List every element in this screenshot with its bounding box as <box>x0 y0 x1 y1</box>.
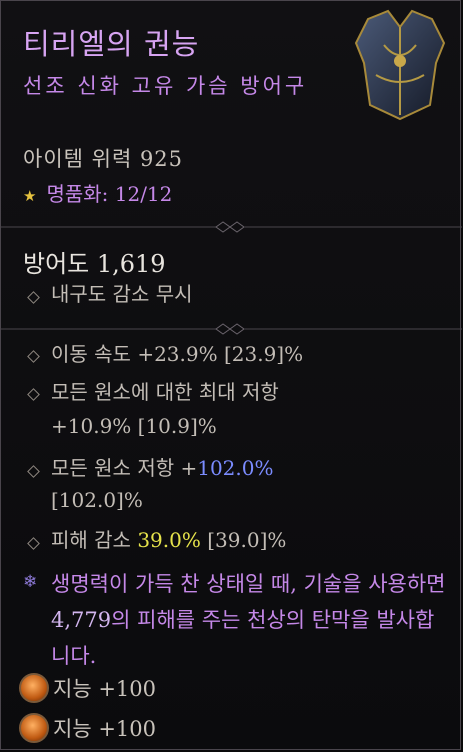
affix-line: 모든 원소에 대한 최대 저항 <box>51 380 279 404</box>
socket-gem-icon <box>19 673 49 703</box>
affix-line: 피해 감소 39.0% [39.0]% <box>51 525 286 556</box>
affix-value: 39.0% <box>137 528 201 552</box>
affix-text: [39.0]% <box>200 528 287 552</box>
socket-label: 지능 +100 <box>53 677 156 701</box>
section-divider <box>1 221 462 233</box>
unique-text: 생명력이 가득 찬 상태일 때, 기술을 사용하면 <box>51 572 446 596</box>
unique-value: 4,779 <box>51 608 112 632</box>
item-tooltip: 티리엘의 권능 선조 신화 고유 가슴 방어구 아이템 위력 925 ★ 명품화:… <box>0 0 462 750</box>
unique-effect-text: 생명력이 가득 찬 상태일 때, 기술을 사용하면 4,779의 피해를 주는 … <box>51 566 451 674</box>
masterwork-line: ★ 명품화: 12/12 <box>23 178 172 207</box>
affix-line: +10.9% [10.9]% <box>51 414 217 438</box>
bullet-icon <box>27 465 40 478</box>
affix-line: 모든 원소 저항 +102.0% <box>51 453 274 484</box>
chest-armor-icon <box>354 9 446 121</box>
bullet-icon <box>27 388 40 401</box>
bullet-icon <box>27 537 40 550</box>
masterwork-label: 명품화: 12/12 <box>46 182 173 206</box>
bullet-icon <box>27 291 40 304</box>
affix-line: 이동 속도 +23.9% [23.9]% <box>51 342 304 366</box>
bullet-icon <box>27 350 40 363</box>
item-type-line: 선조 신화 고유 가슴 방어구 <box>23 74 308 98</box>
armor-note: 내구도 감소 무시 <box>51 282 193 306</box>
socket-label: 지능 +100 <box>53 717 156 741</box>
affix-text: 피해 감소 <box>51 528 138 552</box>
affix-line: [102.0]% <box>51 488 143 512</box>
affix-text: 모든 원소 저항 + <box>51 456 198 480</box>
affix-value: 102.0% <box>197 456 274 480</box>
socket-gem-icon <box>19 713 49 743</box>
section-divider <box>1 323 462 335</box>
armor-value: 방어도 1,619 <box>23 250 166 278</box>
item-name: 티리엘의 권능 <box>23 27 200 61</box>
unique-effect-icon: ❄ <box>23 572 38 592</box>
item-power: 아이템 위력 925 <box>23 147 184 171</box>
star-icon: ★ <box>23 187 37 205</box>
